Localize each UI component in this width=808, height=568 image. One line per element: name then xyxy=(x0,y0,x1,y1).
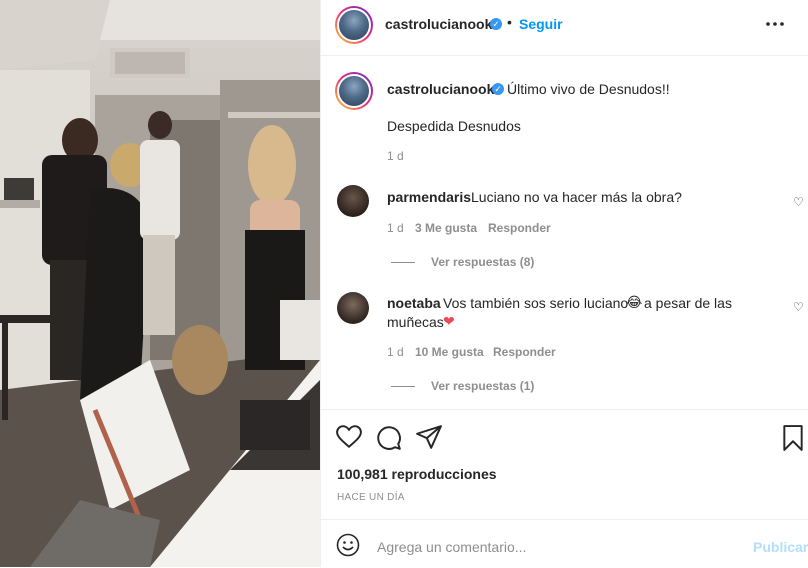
comment-like-icon[interactable]: ♡ xyxy=(793,195,804,209)
smiley-icon[interactable] xyxy=(336,533,360,557)
comment-likes[interactable]: 3 Me gusta xyxy=(415,221,477,235)
comment-text-cont: a pesar de las xyxy=(644,295,732,311)
bookmark-icon[interactable] xyxy=(782,425,804,451)
comment-text: Luciano no va hacer más la obra? xyxy=(471,189,682,205)
comment-reply-button[interactable]: Responder xyxy=(488,221,551,235)
comment-time[interactable]: 1 d xyxy=(387,221,404,235)
separator-dot: • xyxy=(507,14,512,30)
laughing-emoji-icon: 😂 xyxy=(626,294,643,310)
heart-icon[interactable] xyxy=(336,425,362,449)
author-avatar[interactable] xyxy=(335,6,373,44)
red-heart-emoji-icon: ❤ xyxy=(443,313,455,329)
replies-line xyxy=(391,262,415,263)
publish-button[interactable]: Publicar xyxy=(753,539,808,555)
comment-icon[interactable] xyxy=(376,425,402,451)
caption-avatar[interactable] xyxy=(335,72,373,110)
comment-text-line2: muñecas xyxy=(387,314,444,330)
video-frame xyxy=(0,0,320,567)
view-replies-button[interactable]: Ver respuestas (1) xyxy=(431,379,534,393)
share-icon[interactable] xyxy=(416,425,442,449)
post-video[interactable] xyxy=(0,0,320,567)
view-replies-button[interactable]: Ver respuestas (8) xyxy=(431,255,534,269)
comment-text: Vos también sos serio luciano xyxy=(443,295,629,311)
comment-input[interactable]: Agrega un comentario... xyxy=(377,539,526,555)
follow-button[interactable]: Seguir xyxy=(519,16,563,32)
post-panel: castrolucianook ✓ • Seguir castroluciano… xyxy=(320,0,808,567)
verified-badge-icon: ✓ xyxy=(492,83,504,95)
comment-username[interactable]: noetaba xyxy=(387,295,441,311)
caption-line2: Despedida Desnudos xyxy=(387,118,521,134)
post-header: castrolucianook ✓ • Seguir xyxy=(321,0,808,56)
post-actions: 100,981 reproducciones HACE UN DÍA xyxy=(321,409,808,503)
comment-like-icon[interactable]: ♡ xyxy=(793,300,804,314)
comment-username[interactable]: parmendaris xyxy=(387,189,471,205)
verified-badge-icon: ✓ xyxy=(490,18,502,30)
views-count[interactable]: 100,981 reproducciones xyxy=(337,466,497,482)
commenter-avatar[interactable] xyxy=(337,185,369,217)
post-timestamp[interactable]: HACE UN DÍA xyxy=(337,492,405,503)
commenter-avatar[interactable] xyxy=(337,292,369,324)
caption-text: Último vivo de Desnudos!! xyxy=(507,81,670,97)
comment-time[interactable]: 1 d xyxy=(387,345,404,359)
ellipsis-icon[interactable] xyxy=(765,20,785,28)
comment-likes[interactable]: 10 Me gusta xyxy=(415,345,484,359)
comment-reply-button[interactable]: Responder xyxy=(493,345,556,359)
caption-time[interactable]: 1 d xyxy=(387,149,404,163)
replies-line xyxy=(391,386,415,387)
author-username[interactable]: castrolucianook xyxy=(385,16,492,32)
add-comment-bar: Agrega un comentario... Publicar xyxy=(321,519,808,568)
caption-username[interactable]: castrolucianook xyxy=(387,81,494,97)
